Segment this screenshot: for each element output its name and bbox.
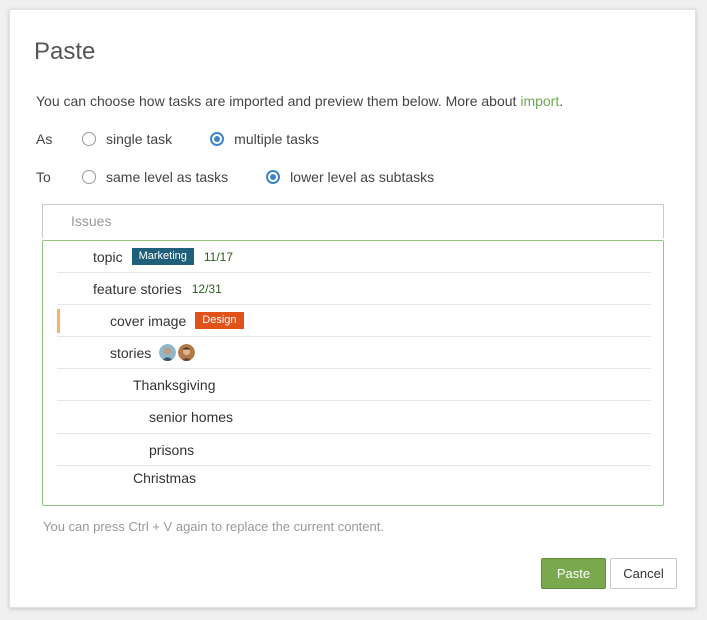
multiple-tasks-radio[interactable] <box>210 132 225 146</box>
to-label: To <box>36 169 51 185</box>
import-link[interactable]: import <box>520 93 559 109</box>
user-avatar <box>159 344 177 361</box>
as-option-row: As single task multiple tasks <box>36 131 357 147</box>
tag-badge: Marketing <box>131 248 194 265</box>
paste-dialog: Paste You can choose how tasks are impor… <box>9 9 696 608</box>
multiple-tasks-label[interactable]: multiple tasks <box>234 131 319 147</box>
task-name: cover image <box>110 312 187 329</box>
list-item: stories <box>57 337 651 369</box>
as-label: As <box>36 131 53 147</box>
intro-text: You can choose how tasks are imported an… <box>36 93 563 109</box>
list-item: Thanksgiving <box>57 369 651 401</box>
color-marker <box>57 309 60 333</box>
list-item: cover image Design <box>57 305 651 337</box>
paste-button[interactable]: Paste <box>541 558 606 589</box>
option-multiple-tasks[interactable]: multiple tasks <box>210 131 319 147</box>
cancel-button[interactable]: Cancel <box>610 558 677 589</box>
task-name: Christmas <box>133 470 197 486</box>
same-level-radio[interactable] <box>82 170 96 184</box>
preview-list: topic Marketing 11/17 feature stories 12… <box>42 240 664 506</box>
option-single-task[interactable]: single task <box>82 131 172 147</box>
task-name: senior homes <box>149 409 234 425</box>
to-option-row: To same level as tasks lower level as su… <box>36 169 472 185</box>
task-name: topic <box>93 248 123 265</box>
same-level-label[interactable]: same level as tasks <box>106 169 228 185</box>
lower-level-radio[interactable] <box>266 170 281 184</box>
single-task-radio[interactable] <box>82 132 96 146</box>
list-item: feature stories 12/31 <box>57 273 651 305</box>
list-item: senior homes <box>57 401 651 434</box>
parent-task-label: Issues <box>71 213 112 229</box>
single-task-label[interactable]: single task <box>106 131 172 147</box>
task-name: feature stories <box>93 280 182 297</box>
list-item: Christmas <box>57 464 651 492</box>
tag-badge: Design <box>195 312 244 329</box>
dialog-title: Paste <box>34 38 96 65</box>
task-name: Thanksgiving <box>133 376 216 393</box>
parent-task: Issues <box>42 204 664 238</box>
list-item: prisons <box>57 434 651 466</box>
lower-level-label[interactable]: lower level as subtasks <box>290 169 434 185</box>
intro-text-body: You can choose how tasks are imported an… <box>36 93 521 109</box>
progress-count: 12/31 <box>191 281 222 296</box>
task-name: prisons <box>149 441 195 458</box>
progress-count: 11/17 <box>203 249 234 264</box>
user-avatar <box>178 344 196 361</box>
option-same-level[interactable]: same level as tasks <box>82 169 228 185</box>
task-name: stories <box>110 344 152 361</box>
hint-text: You can press Ctrl + V again to replace … <box>43 519 384 534</box>
list-item: topic Marketing 11/17 <box>57 241 651 273</box>
option-lower-level[interactable]: lower level as subtasks <box>266 169 434 185</box>
intro-text-suffix: . <box>559 93 564 109</box>
